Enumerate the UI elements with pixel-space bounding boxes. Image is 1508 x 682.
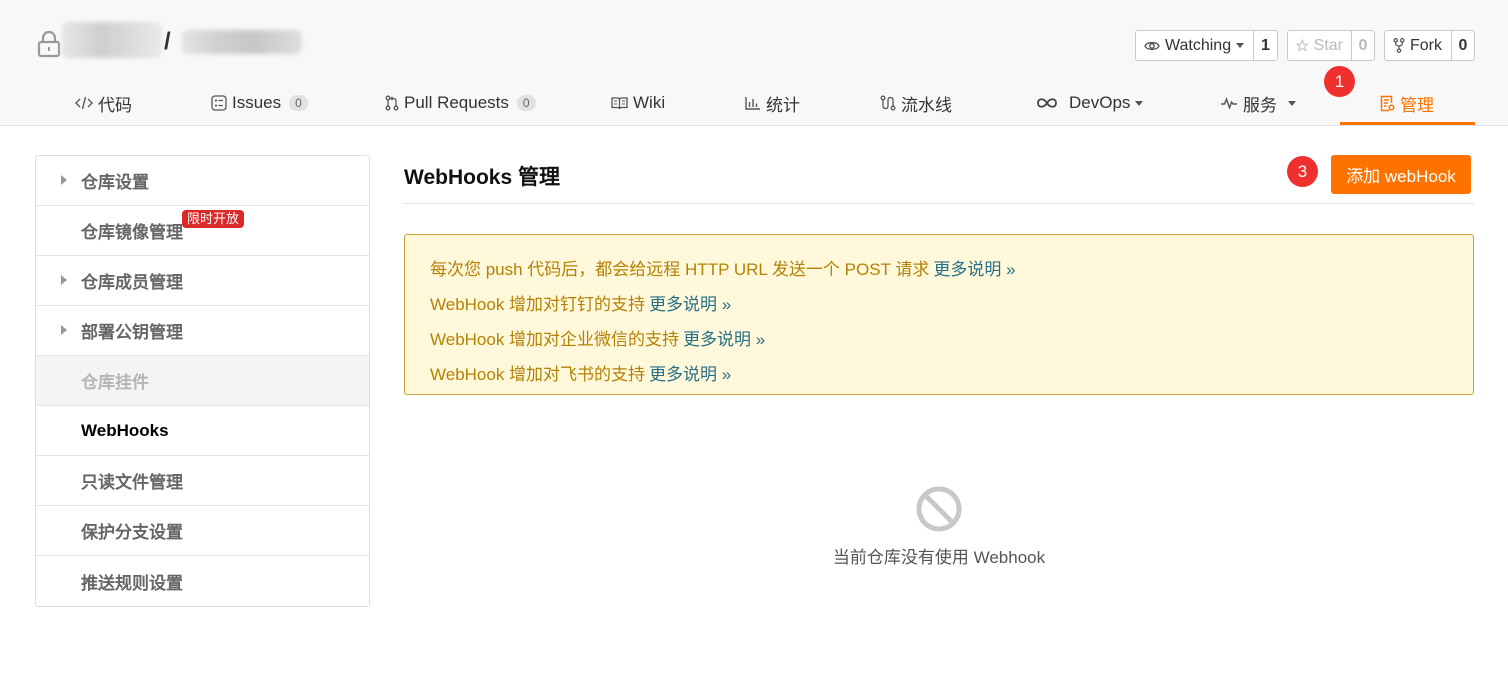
caret-right-icon: [61, 275, 67, 285]
notice-text: WebHook 增加对飞书的支持: [430, 365, 646, 384]
chevron-down-icon: [1288, 100, 1296, 106]
sidebar-item-label: 仓库挂件: [81, 373, 149, 392]
annotation-marker-1: 1: [1324, 66, 1355, 97]
fork-button[interactable]: Fork: [1385, 31, 1452, 60]
manage-icon: [1380, 95, 1395, 111]
fork-count[interactable]: 0: [1452, 31, 1474, 60]
settings-sidebar: 仓库设置 仓库镜像管理 限时开放 仓库成员管理 部署公钥管理 仓库挂件 WebH…: [35, 155, 370, 607]
tab-manage[interactable]: 管理: [1380, 80, 1434, 126]
empty-state: 当前仓库没有使用 Webhook: [720, 485, 1158, 568]
tab-pipeline-label: 流水线: [901, 95, 952, 115]
chevron-down-icon: [1236, 43, 1245, 48]
tab-devops-label: DevOps: [1069, 93, 1131, 112]
repo-nav: 代码 Issues 0 Pull Requests 0 Wiki 统计 流水线 …: [0, 80, 1508, 126]
issues-icon: [211, 95, 227, 111]
page-title: WebHooks 管理: [404, 166, 560, 189]
notice-line: WebHook 增加对飞书的支持 更多说明 »: [430, 355, 1448, 390]
active-tab-indicator: [1340, 122, 1475, 125]
tab-stats-label: 统计: [766, 95, 800, 115]
sidebar-item-readonly-files[interactable]: 只读文件管理: [36, 456, 369, 506]
sidebar-item-label: 仓库成员管理: [81, 273, 183, 292]
sidebar-item-label: 保护分支设置: [81, 523, 183, 542]
repo-path-separator: /: [164, 28, 171, 55]
sidebar-item-label: 推送规则设置: [81, 573, 183, 593]
infinity-icon: [1037, 98, 1057, 108]
tab-services-label: 服务: [1243, 95, 1277, 115]
tab-devops[interactable]: DevOps: [1036, 80, 1144, 126]
fork-button-group: Fork 0: [1384, 30, 1475, 61]
tab-code-label: 代码: [98, 95, 132, 115]
tab-wiki-label: Wiki: [633, 93, 666, 112]
fork-label: Fork: [1410, 36, 1442, 54]
sidebar-item-webhooks[interactable]: WebHooks: [36, 406, 369, 456]
watch-label: Watching: [1165, 36, 1232, 54]
owner-name-redacted[interactable]: [62, 22, 162, 58]
sidebar-item-deploy-keys[interactable]: 部署公钥管理: [36, 306, 369, 356]
tab-wiki[interactable]: Wiki: [611, 80, 665, 126]
star-icon: [1296, 39, 1309, 52]
pull-requests-count-badge: 0: [516, 95, 536, 111]
caret-right-icon: [61, 325, 67, 335]
star-count[interactable]: 0: [1352, 31, 1374, 60]
sidebar-item-repo-mirror[interactable]: 仓库镜像管理 限时开放: [36, 206, 369, 256]
tab-manage-label: 管理: [1400, 95, 1434, 115]
pull-request-icon: [385, 95, 399, 111]
sidebar-item-label: 只读文件管理: [81, 473, 183, 492]
caret-right-icon: [61, 175, 67, 185]
tab-issues[interactable]: Issues 0: [211, 80, 308, 126]
sidebar-item-label: WebHooks: [81, 420, 169, 440]
notice-line: WebHook 增加对钉钉的支持 更多说明 »: [430, 285, 1448, 320]
add-webhook-button[interactable]: 添加 webHook: [1331, 155, 1471, 194]
more-info-link[interactable]: 更多说明 »: [933, 255, 1015, 280]
tab-pipeline[interactable]: 流水线: [880, 80, 952, 126]
star-button-group: Star 0: [1287, 30, 1375, 61]
repo-header: / Watching 1 Star 0 Fork 0 代码 Issues 0 P…: [0, 0, 1508, 126]
star-label: Star: [1313, 36, 1343, 54]
tab-services[interactable]: 服务: [1220, 80, 1296, 126]
more-info-link[interactable]: 更多说明 »: [683, 325, 765, 350]
sidebar-item-repo-settings[interactable]: 仓库设置: [36, 156, 369, 206]
lock-icon: [37, 30, 61, 58]
forbidden-icon: [916, 486, 962, 532]
pulse-icon: [1221, 97, 1237, 109]
more-info-link[interactable]: 更多说明 »: [649, 360, 731, 385]
eye-icon: [1144, 41, 1160, 50]
chevron-down-icon: [1135, 100, 1144, 106]
empty-state-text: 当前仓库没有使用 Webhook: [832, 548, 1046, 567]
watch-button[interactable]: Watching: [1136, 31, 1254, 60]
tab-stats[interactable]: 统计: [745, 80, 800, 126]
watch-button-group: Watching 1: [1135, 30, 1278, 61]
more-info-link[interactable]: 更多说明 »: [649, 290, 731, 315]
sidebar-item-label: 部署公钥管理: [81, 323, 183, 342]
notice-line: 每次您 push 代码后，都会给远程 HTTP URL 发送一个 POST 请求…: [430, 250, 1448, 285]
sidebar-item-label: 仓库设置: [81, 173, 149, 192]
notice-text: WebHook 增加对企业微信的支持: [430, 330, 680, 349]
fork-icon: [1393, 38, 1405, 53]
watch-count[interactable]: 1: [1254, 31, 1277, 60]
code-icon: [75, 96, 93, 110]
webhook-info-notice: 每次您 push 代码后，都会给远程 HTTP URL 发送一个 POST 请求…: [404, 234, 1474, 395]
sidebar-item-protected-branches[interactable]: 保护分支设置: [36, 506, 369, 556]
sidebar-item-push-rules[interactable]: 推送规则设置: [36, 556, 369, 606]
tab-code[interactable]: 代码: [75, 80, 132, 126]
notice-line: WebHook 增加对企业微信的支持 更多说明 »: [430, 320, 1448, 355]
tab-pull-requests[interactable]: Pull Requests 0: [385, 80, 536, 126]
annotation-marker-3: 3: [1287, 156, 1318, 187]
tab-pull-requests-label: Pull Requests: [404, 93, 509, 112]
issues-count-badge: 0: [289, 95, 308, 111]
sidebar-item-label: 仓库镜像管理: [81, 223, 183, 242]
tab-issues-label: Issues: [232, 93, 282, 112]
sidebar-item-widgets: 仓库挂件: [36, 356, 369, 406]
limited-time-badge: 限时开放: [182, 210, 245, 228]
title-divider: [403, 203, 1474, 204]
book-icon: [611, 97, 628, 110]
notice-text: 每次您 push 代码后，都会给远程 HTTP URL 发送一个 POST 请求: [430, 260, 930, 279]
bar-chart-icon: [745, 97, 760, 110]
star-button[interactable]: Star: [1288, 31, 1352, 60]
sidebar-item-members[interactable]: 仓库成员管理: [36, 256, 369, 306]
pipeline-icon: [880, 95, 896, 111]
repo-name-redacted[interactable]: [182, 30, 302, 54]
notice-text: WebHook 增加对钉钉的支持: [430, 295, 646, 314]
